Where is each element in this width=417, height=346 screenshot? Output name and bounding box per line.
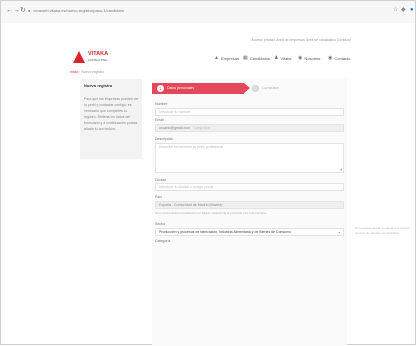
building-icon: ▲ (214, 55, 219, 61)
step-curriculum[interactable]: 2 Currículum (252, 83, 279, 94)
description-textarea[interactable]: Describe brevemente tu perfil profesiona… (155, 143, 344, 173)
star-icon[interactable]: ☆ (393, 6, 398, 14)
nav-contacto[interactable]: ◉ Contacto (328, 54, 350, 62)
description-placeholder: Describe brevemente tu perfil profesiona… (159, 145, 223, 149)
profile-icon[interactable]: ● (410, 6, 414, 14)
sector-select[interactable]: Producción y procesos de fabricación, In… (155, 228, 344, 236)
logo-name: VITAKA (88, 51, 109, 57)
sector-label: Sector (155, 222, 166, 226)
chevron-down-icon: ⌄ (337, 229, 341, 234)
back-icon[interactable]: ← (6, 7, 13, 15)
info-card: Nuevo registro Para que las empresas pue… (80, 79, 142, 159)
nav-label: Vitaka (280, 55, 292, 61)
email-label: Email (155, 118, 164, 122)
category-label: Categoría (155, 239, 171, 243)
nav-vitaka[interactable]: ♟ Vitaka (274, 54, 292, 62)
step-number: 2 (252, 84, 259, 92)
nav-label: Candidatos (249, 55, 270, 61)
step-label: Currículum (262, 86, 280, 90)
top-links[interactable]: Acceso privado Área de empresas Área de … (251, 38, 351, 42)
reload-icon[interactable]: ↻ (20, 7, 26, 15)
forward-icon[interactable]: → (13, 7, 20, 15)
info-card-text: Para que las empresas puedan ver tu perf… (84, 97, 139, 131)
description-label: Descripción (155, 137, 174, 141)
extensions-icon[interactable]: ◆ (401, 6, 406, 14)
resize-handle-icon[interactable]: ◢ (340, 166, 342, 172)
logo-subtitle: CONSULTING (88, 58, 108, 62)
sector-value: Producción y procesos de fabricación, In… (159, 230, 291, 234)
email-suffix: Comprobar (192, 126, 211, 130)
nav-label: Contacto (334, 55, 351, 61)
nav-empresas[interactable]: ▲ Empresas (214, 54, 239, 62)
breadcrumb-current: Nuevo registro (81, 70, 105, 74)
country-input[interactable]: España - Comunidad de Madrid (Madrid) (155, 201, 344, 209)
help-note: Si necesitas ayuda, contacta con nuestro… (355, 226, 410, 235)
browser-toolbar: ← → ↻ ● ceraweb.vitaka.es/nuevo-registro/… (1, 1, 415, 23)
address-bar[interactable]: ● ceraweb.vitaka.es/nuevo-registro/paso-1… (28, 6, 358, 16)
nav-nosotros[interactable]: ◉ Nosotros (298, 54, 320, 62)
email-value: usuario@gmail.com (159, 126, 190, 130)
step-label: Datos personales (167, 86, 195, 90)
city-input[interactable]: Introduce tu ciudad o código postal (155, 183, 344, 191)
info-card-title: Nuevo registro (84, 83, 113, 88)
email-input[interactable]: usuario@gmail.com Comprobar (155, 124, 344, 132)
grid-icon: ▦ (243, 55, 248, 61)
nav-label: Nosotros (304, 55, 321, 61)
breadcrumb: Inicio › Nuevo registro (70, 70, 104, 74)
step-personal-data[interactable]: 1 Datos personales (152, 83, 250, 94)
step-number: 1 (157, 85, 164, 92)
country-label: País (155, 195, 163, 199)
breadcrumb-home[interactable]: Inicio (70, 70, 78, 74)
logo-mark-icon (73, 51, 85, 63)
nav-candidatos[interactable]: ▦ Candidatos (243, 54, 270, 62)
lock-icon: ● (28, 8, 31, 13)
url-text: ceraweb.vitaka.es/nuevo-registro/paso-1/… (33, 8, 124, 13)
people-icon: ♟ (274, 55, 279, 61)
globe-icon: ◉ (298, 55, 303, 61)
name-label: Nombre (155, 102, 168, 106)
name-input[interactable]: Introduce tu nombre (155, 108, 344, 116)
globe-icon: ◉ (328, 55, 333, 61)
country-help-text: Si no encuentras tu localidad en el list… (155, 211, 267, 215)
nav-label: Empresas (220, 55, 239, 61)
